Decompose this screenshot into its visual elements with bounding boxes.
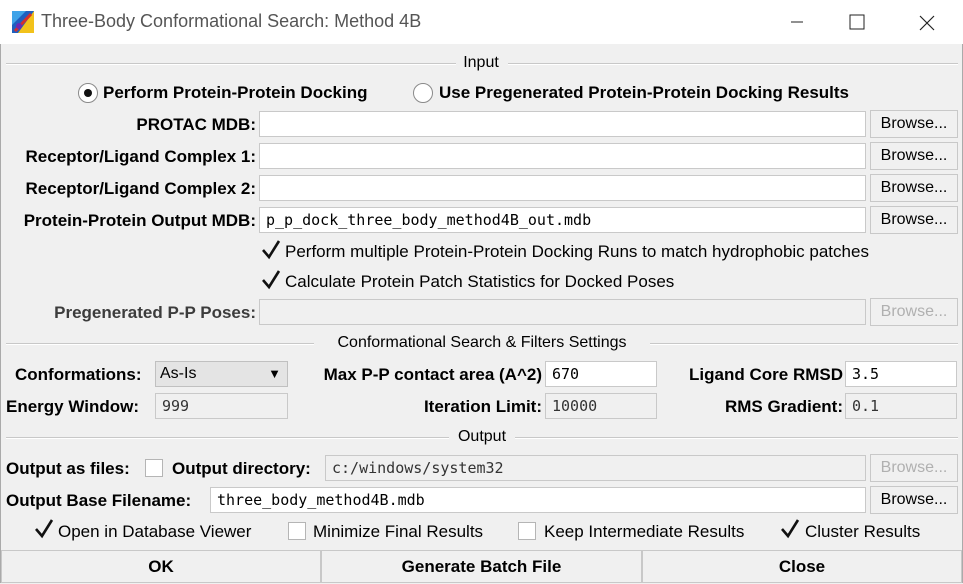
keep-intermediate-checkbox[interactable] bbox=[518, 522, 536, 540]
section-divider bbox=[6, 437, 449, 439]
output-section-title: Output bbox=[457, 428, 507, 445]
section-divider bbox=[515, 437, 958, 439]
protac-mdb-field[interactable] bbox=[259, 111, 866, 137]
pp-output-label: Protein-Protein Output MDB: bbox=[23, 211, 256, 230]
pregen-poses-field bbox=[259, 299, 866, 325]
settings-section-title: Conformational Search & Filters Settings bbox=[337, 334, 627, 351]
open-db-viewer-checkbox[interactable] bbox=[33, 518, 55, 540]
output-as-files-label: Output as files: bbox=[6, 459, 130, 478]
close-icon[interactable] bbox=[898, 0, 958, 44]
output-directory-browse-button: Browse... bbox=[870, 454, 958, 482]
section-divider bbox=[508, 63, 958, 65]
conformations-value: As-Is bbox=[160, 365, 197, 382]
multi-runs-label[interactable]: Perform multiple Protein-Protein Docking… bbox=[285, 242, 869, 262]
minimize-icon[interactable] bbox=[766, 0, 826, 44]
cluster-results-checkbox[interactable] bbox=[779, 518, 801, 540]
window-title: Three-Body Conformational Search: Method… bbox=[41, 11, 422, 31]
section-divider bbox=[6, 63, 456, 65]
radio-use-pregenerated[interactable] bbox=[413, 83, 433, 103]
complex1-browse-button[interactable]: Browse... bbox=[870, 142, 958, 170]
base-filename-field[interactable]: three_body_method4B.mdb bbox=[210, 487, 866, 513]
rms-gradient-field: 0.1 bbox=[845, 393, 957, 419]
minimize-final-checkbox[interactable] bbox=[288, 522, 306, 540]
output-directory-label: Output directory: bbox=[172, 459, 311, 478]
iteration-limit-label: Iteration Limit: bbox=[423, 397, 542, 416]
patch-stats-label[interactable]: Calculate Protein Patch Statistics for D… bbox=[285, 272, 674, 292]
radio-use-pregenerated-label[interactable]: Use Pregenerated Protein-Protein Docking… bbox=[439, 83, 849, 103]
radio-selected-dot bbox=[84, 89, 92, 97]
base-filename-browse-button[interactable]: Browse... bbox=[870, 486, 958, 514]
complex1-field[interactable] bbox=[259, 143, 866, 169]
maximize-icon[interactable] bbox=[826, 0, 886, 44]
ligand-rmsd-label: Ligand Core RMSD bbox=[689, 365, 843, 384]
base-filename-label: Output Base Filename: bbox=[6, 491, 192, 510]
complex2-field[interactable] bbox=[259, 175, 866, 201]
open-db-viewer-label[interactable]: Open in Database Viewer bbox=[58, 522, 251, 542]
conformations-label: Conformations: bbox=[15, 365, 142, 384]
radio-perform-docking[interactable] bbox=[78, 83, 98, 103]
iteration-limit-field: 10000 bbox=[545, 393, 657, 419]
pregen-browse-button: Browse... bbox=[870, 298, 958, 326]
section-divider bbox=[6, 343, 314, 345]
generate-batch-file-button[interactable]: Generate Batch File bbox=[321, 550, 642, 583]
energy-window-field: 999 bbox=[155, 393, 288, 419]
close-button[interactable]: Close bbox=[642, 550, 962, 583]
checkmark-icon bbox=[35, 519, 54, 539]
complex1-label: Receptor/Ligand Complex 1: bbox=[25, 147, 256, 166]
minimize-final-label[interactable]: Minimize Final Results bbox=[313, 522, 483, 542]
checkmark-icon bbox=[262, 270, 281, 290]
checkmark-icon bbox=[781, 519, 800, 539]
output-as-files-checkbox[interactable] bbox=[145, 459, 163, 477]
input-section-title: Input bbox=[463, 54, 499, 71]
energy-window-label: Energy Window: bbox=[6, 397, 140, 416]
protac-browse-button[interactable]: Browse... bbox=[870, 110, 958, 138]
complex2-browse-button[interactable]: Browse... bbox=[870, 174, 958, 202]
multi-runs-checkbox[interactable] bbox=[260, 239, 282, 261]
title-bar: Three-Body Conformational Search: Method… bbox=[0, 0, 963, 44]
pregen-poses-label: Pregenerated P-P Poses: bbox=[54, 303, 256, 322]
protac-mdb-label: PROTAC MDB: bbox=[136, 115, 256, 134]
app-icon bbox=[12, 11, 34, 33]
ok-button[interactable]: OK bbox=[1, 550, 321, 583]
keep-intermediate-label[interactable]: Keep Intermediate Results bbox=[544, 522, 744, 542]
patch-stats-checkbox[interactable] bbox=[260, 269, 282, 291]
output-directory-field: c:/windows/system32 bbox=[325, 455, 866, 481]
complex2-label: Receptor/Ligand Complex 2: bbox=[25, 179, 256, 198]
chevron-down-icon: ▼ bbox=[268, 366, 281, 381]
conformations-dropdown[interactable]: As-Is ▼ bbox=[155, 361, 288, 387]
radio-perform-docking-label[interactable]: Perform Protein-Protein Docking bbox=[103, 83, 367, 103]
ligand-rmsd-field[interactable]: 3.5 bbox=[845, 361, 957, 387]
pp-output-browse-button[interactable]: Browse... bbox=[870, 206, 958, 234]
section-divider bbox=[650, 343, 958, 345]
cluster-results-label[interactable]: Cluster Results bbox=[805, 522, 920, 542]
checkmark-icon bbox=[262, 240, 281, 260]
max-contact-field[interactable]: 670 bbox=[545, 361, 657, 387]
rms-gradient-label: RMS Gradient: bbox=[724, 397, 843, 416]
max-contact-label: Max P-P contact area (A^2) bbox=[323, 365, 542, 384]
pp-output-field[interactable]: p_p_dock_three_body_method4B_out.mdb bbox=[259, 207, 866, 233]
